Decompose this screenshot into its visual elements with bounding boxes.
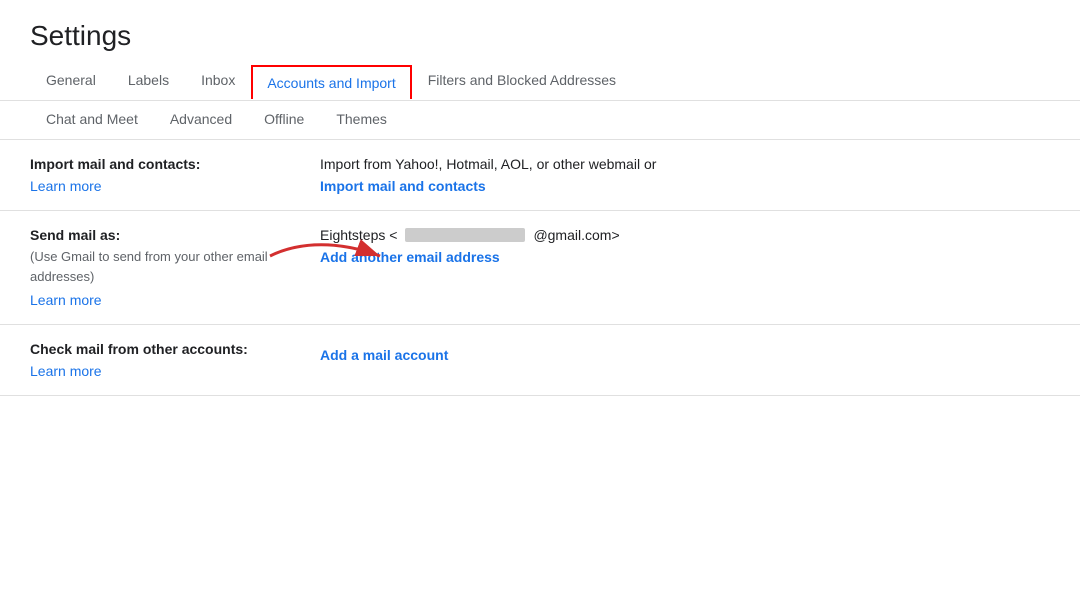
tab-inbox[interactable]: Inbox — [185, 62, 251, 101]
import-mail-desc: Import from Yahoo!, Hotmail, AOL, or oth… — [320, 156, 1050, 172]
import-mail-label: Import mail and contacts: Learn more — [30, 156, 310, 194]
content-area: Import mail and contacts: Learn more Imp… — [0, 140, 1080, 396]
email-display: Eightsteps < @gmail.com> — [320, 227, 1050, 243]
send-mail-as-label-bold: Send mail as: — [30, 227, 120, 243]
import-mail-content: Import from Yahoo!, Hotmail, AOL, or oth… — [310, 156, 1050, 194]
send-mail-as-row: Send mail as: (Use Gmail to send from yo… — [0, 211, 1080, 325]
tab-offline[interactable]: Offline — [248, 101, 320, 140]
send-mail-as-content: Eightsteps < @gmail.com> Add another ema… — [310, 227, 1050, 265]
import-mail-learn-more[interactable]: Learn more — [30, 178, 310, 194]
email-name: Eightsteps < — [320, 227, 397, 243]
check-mail-learn-more[interactable]: Learn more — [30, 363, 310, 379]
check-mail-row: Check mail from other accounts: Learn mo… — [0, 325, 1080, 396]
import-mail-row: Import mail and contacts: Learn more Imp… — [0, 140, 1080, 211]
check-mail-content: Add a mail account — [310, 341, 1050, 363]
check-mail-label-bold: Check mail from other accounts: — [30, 341, 248, 357]
tab-filters[interactable]: Filters and Blocked Addresses — [412, 62, 632, 101]
send-mail-learn-more[interactable]: Learn more — [30, 292, 310, 308]
check-mail-label: Check mail from other accounts: Learn mo… — [30, 341, 310, 379]
import-mail-contacts-link[interactable]: Import mail and contacts — [320, 178, 1050, 194]
send-mail-as-label: Send mail as: (Use Gmail to send from yo… — [30, 227, 310, 308]
tab-labels[interactable]: Labels — [112, 62, 185, 101]
add-email-address-link[interactable]: Add another email address — [320, 249, 1050, 265]
import-mail-label-bold: Import mail and contacts: — [30, 156, 200, 172]
tab-general[interactable]: General — [30, 62, 112, 101]
add-mail-account-link[interactable]: Add a mail account — [320, 347, 1050, 363]
tab-advanced[interactable]: Advanced — [154, 101, 248, 140]
tabs-row-1: General Labels Inbox Accounts and Import… — [0, 62, 1080, 101]
page-title: Settings — [0, 0, 1080, 62]
email-suffix: @gmail.com> — [533, 227, 619, 243]
tab-accounts-and-import[interactable]: Accounts and Import — [251, 65, 411, 99]
tab-themes[interactable]: Themes — [320, 101, 403, 140]
tabs-row-2: Chat and Meet Advanced Offline Themes — [0, 101, 1080, 140]
tab-chat-meet[interactable]: Chat and Meet — [30, 101, 154, 140]
email-blurred-part — [405, 228, 525, 242]
send-mail-as-sub: (Use Gmail to send from your other email… — [30, 247, 310, 286]
